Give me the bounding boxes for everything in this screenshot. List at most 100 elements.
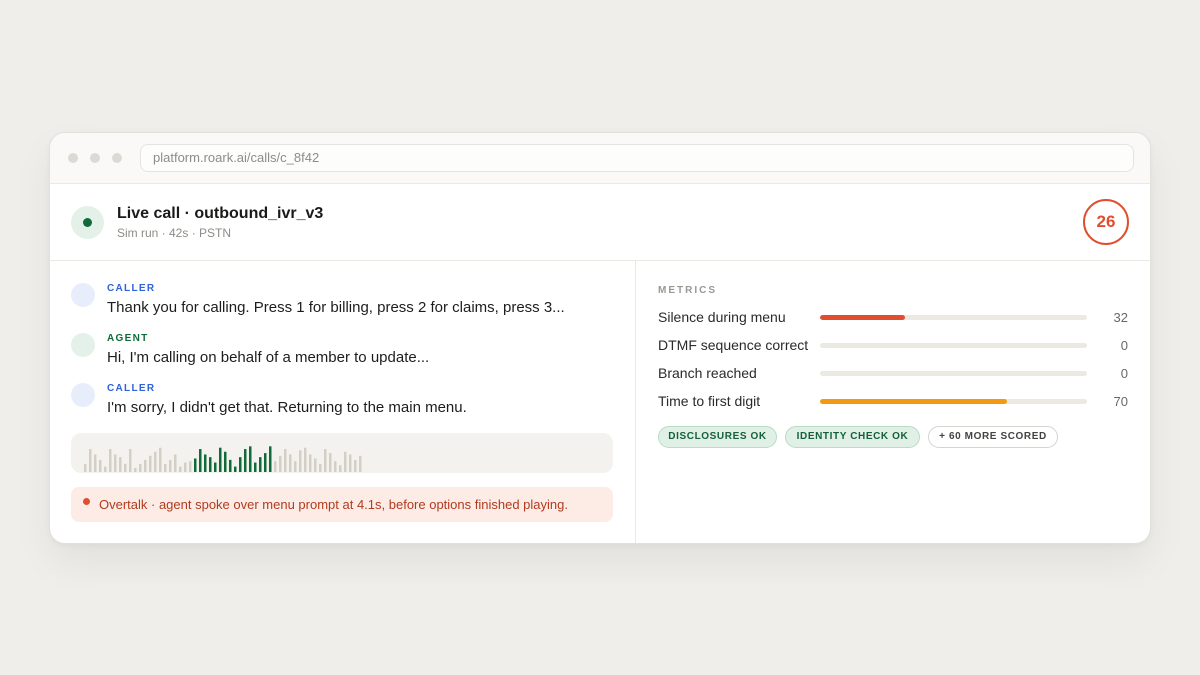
call-title: Live call · outbound_ivr_v3	[117, 205, 324, 222]
waveform-bar	[309, 454, 312, 472]
waveform-bar	[164, 463, 167, 472]
waveform-bar	[109, 449, 112, 472]
waveform-bar	[99, 459, 102, 472]
waveform-bar	[304, 447, 307, 472]
turn-text: Hi, I'm calling on behalf of a member to…	[107, 349, 430, 366]
call-subtitle: Sim run · 42s · PSTN	[117, 226, 232, 240]
metric-name: Branch reached	[658, 365, 757, 381]
waveform-bar-active	[269, 446, 272, 472]
metric-value: 0	[1120, 338, 1128, 353]
live-status-icon	[71, 206, 104, 239]
agent-avatar	[71, 333, 95, 357]
metrics-panel: METRICS Silence during menu 32 DTMF sequen…	[636, 261, 1150, 543]
waveform-bar-active	[199, 449, 202, 472]
waveform-bar-active	[234, 466, 237, 472]
waveform-bar	[354, 459, 357, 472]
waveform-bar	[279, 455, 282, 472]
waveform-bar-active	[209, 457, 212, 472]
address-bar[interactable]: platform.roark.ai/calls/c_8f42	[140, 144, 1134, 172]
waveform-bar	[169, 459, 172, 472]
browser-chrome: platform.roark.ai/calls/c_8f42	[50, 133, 1150, 184]
waveform-bar	[104, 466, 107, 472]
metric-name: Silence during menu	[658, 309, 786, 325]
waveform-bar	[334, 461, 337, 472]
waveform-bar	[174, 454, 177, 472]
metric-row[interactable]: Time to first digit 70	[658, 393, 1128, 413]
waveform-bar	[289, 454, 292, 472]
call-header: Live call · outbound_ivr_v3 Sim run · 42…	[50, 184, 1150, 261]
caller-avatar	[71, 283, 95, 307]
waveform-bar	[94, 454, 97, 472]
turn-text: Thank you for calling. Press 1 for billi…	[107, 299, 565, 316]
waveform-bar-active	[204, 454, 207, 472]
metric-name: Time to first digit	[658, 393, 761, 409]
waveform-bar	[189, 461, 192, 472]
waveform-bar-active	[229, 459, 232, 472]
metric-bar-fill	[820, 315, 906, 320]
alert-dot-icon	[83, 498, 90, 505]
call-body: CALLER Thank you for calling. Press 1 fo…	[50, 261, 1150, 543]
waveform-bar	[274, 461, 277, 472]
metric-name: DTMF sequence correct	[658, 337, 808, 353]
waveform-bar-active	[254, 462, 257, 472]
browser-window: platform.roark.ai/calls/c_8f42 Live call…	[49, 132, 1151, 544]
window-maximize-dot[interactable]	[112, 153, 122, 163]
metric-value: 32	[1113, 310, 1128, 325]
waveform-bar-active	[239, 457, 242, 472]
metric-row[interactable]: Branch reached 0	[658, 365, 1128, 385]
audio-waveform[interactable]	[71, 433, 613, 473]
alert-text: Overtalk · agent spoke over menu prompt …	[99, 497, 568, 512]
score-badge[interactable]: 26	[1083, 199, 1129, 245]
waveform-bar	[149, 455, 152, 472]
window-close-dot[interactable]	[68, 153, 78, 163]
transcript-panel: CALLER Thank you for calling. Press 1 fo…	[50, 261, 635, 543]
waveform-bar	[84, 463, 87, 472]
waveform-bar	[319, 463, 322, 472]
turn-role: CALLER	[107, 283, 156, 294]
waveform-bar	[344, 451, 347, 472]
waveform-bar-active	[194, 458, 197, 472]
overtalk-alert: Overtalk · agent spoke over menu prompt …	[71, 487, 613, 522]
metric-bar-track	[820, 371, 1087, 376]
caller-avatar	[71, 383, 95, 407]
waveform-bar-active	[259, 457, 262, 472]
waveform-bar	[119, 457, 122, 472]
metric-bar-track	[820, 343, 1087, 348]
metric-row[interactable]: DTMF sequence correct 0	[658, 337, 1128, 357]
window-minimize-dot[interactable]	[90, 153, 100, 163]
waveform-bar-active	[224, 451, 227, 472]
metric-bar-track	[820, 399, 1087, 404]
metrics-heading: METRICS	[658, 285, 717, 296]
turn-role: CALLER	[107, 383, 156, 394]
waveform-bar	[349, 454, 352, 472]
waveform-bar-active	[264, 453, 267, 472]
waveform-bar	[314, 458, 317, 472]
waveform-bar	[124, 463, 127, 472]
waveform-bar	[89, 449, 92, 472]
waveform-bar	[144, 459, 147, 472]
metric-bar-fill	[820, 399, 1007, 404]
status-chip[interactable]: DISCLOSURES OK	[658, 426, 777, 448]
waveform-svg	[84, 446, 362, 472]
metric-value: 70	[1113, 394, 1128, 409]
live-dot-icon	[83, 218, 92, 227]
waveform-bar	[114, 454, 117, 472]
waveform-bar	[299, 450, 302, 472]
waveform-bar	[159, 447, 162, 472]
waveform-bar-active	[249, 446, 252, 472]
waveform-bar	[134, 467, 137, 472]
waveform-bar	[139, 463, 142, 472]
turn-role: AGENT	[107, 333, 149, 344]
more-scored-chip[interactable]: + 60 MORE SCORED	[928, 426, 1058, 448]
turn-text: I'm sorry, I didn't get that. Returning …	[107, 399, 467, 416]
waveform-bar	[179, 466, 182, 472]
waveform-bar-active	[219, 447, 222, 472]
status-chip[interactable]: IDENTITY CHECK OK	[785, 426, 920, 448]
waveform-bar	[284, 449, 287, 472]
metric-value: 0	[1120, 366, 1128, 381]
waveform-bar	[359, 455, 362, 472]
waveform-bar	[184, 462, 187, 472]
waveform-bar	[324, 449, 327, 472]
metric-bar-track	[820, 315, 1087, 320]
metric-row[interactable]: Silence during menu 32	[658, 309, 1128, 329]
